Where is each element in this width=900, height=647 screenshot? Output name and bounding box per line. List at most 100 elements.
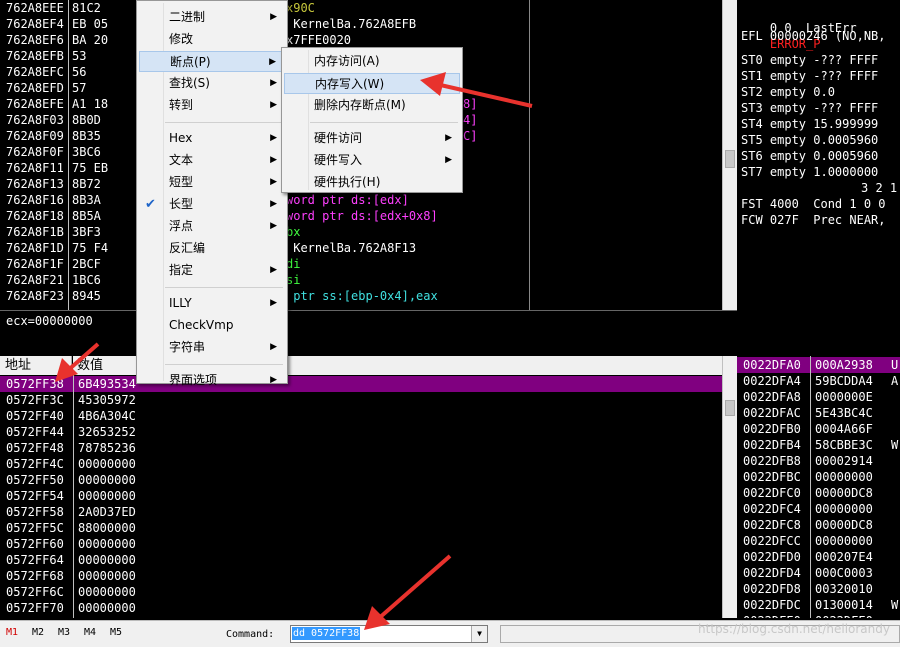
dump-row[interactable]: 0572FF68 00000000 xyxy=(0,568,722,584)
command-combobox[interactable]: dd 0572FF38 ▼ xyxy=(290,625,488,643)
disasm-row[interactable]: 762A8F23 8945 ptr ss:[ebp-0x4],eax xyxy=(0,288,722,304)
dump-row[interactable]: 0572FF44 32653252 xyxy=(0,424,722,440)
dump-row[interactable]: 0572FF60 00000000 xyxy=(0,536,722,552)
menu-item-item-1[interactable]: 修改 xyxy=(139,29,285,50)
stack-row[interactable]: 0022DFB8 00002914 xyxy=(737,453,900,469)
memory-tab-m3[interactable]: M3 xyxy=(58,627,70,638)
context-menu[interactable]: 二进制 ▶ 修改 断点(P) ▶ 查找(S) ▶ 转到 ▶ Hex ▶ 文本 ▶ 短型 ▶ 长型 ✔ ▶ 浮点 ▶ 反汇… xyxy=(136,0,288,387)
disasm-row[interactable]: 762A8EF4 EB 05 KernelBa.762A8EFB xyxy=(0,16,722,32)
disasm-address: 762A8EFD xyxy=(6,81,64,95)
disasm-code: word ptr ds:[edx] xyxy=(286,193,409,207)
stack-pane[interactable]: 0022DFA0 000A2938 U 0022DFA4 59BCDDA4 A 0022DF… xyxy=(737,356,900,618)
stack-row[interactable]: 0022DFA0 000A2938 U xyxy=(737,357,900,373)
stack-value: 00000DC8 xyxy=(815,486,873,500)
memory-tab-m4[interactable]: M4 xyxy=(84,627,96,638)
menu-item-label: 反汇编 xyxy=(169,241,206,255)
disassembly-scrollbar[interactable] xyxy=(722,0,737,310)
menu-item-item-9[interactable]: 长型 ✔ ▶ xyxy=(139,194,285,215)
menu-item-item-4[interactable]: 硬件访问 ▶ xyxy=(284,128,460,149)
stack-address: 0022DFAC xyxy=(743,406,801,420)
menu-item-s[interactable]: 查找(S) ▶ xyxy=(139,73,285,94)
stack-row[interactable]: 0022DFDC 01300014 W xyxy=(737,597,900,613)
menu-item-label: ILLY xyxy=(169,296,192,310)
menu-item-h[interactable]: 硬件执行(H) xyxy=(284,172,460,193)
menu-item-m[interactable]: 删除内存断点(M) xyxy=(284,95,460,116)
dump-value: 4B6A304C xyxy=(78,409,136,423)
stack-row[interactable]: 0022DFC4 00000000 xyxy=(737,501,900,517)
dump-row[interactable]: 0572FF64 00000000 xyxy=(0,552,722,568)
menu-item-illy[interactable]: ILLY ▶ xyxy=(139,293,285,314)
stack-row[interactable]: 0022DFA4 59BCDDA4 A xyxy=(737,373,900,389)
menu-item-item-4[interactable]: 转到 ▶ xyxy=(139,95,285,116)
menu-item-item-11[interactable]: 反汇编 xyxy=(139,238,285,259)
dump-row[interactable]: 0572FF3C 45305972 xyxy=(0,392,722,408)
dump-row[interactable]: 0572FF40 4B6A304C xyxy=(0,408,722,424)
disasm-code: di xyxy=(286,257,301,271)
stack-row[interactable]: 0022DFE0 0022DFE0 xyxy=(737,613,900,618)
menu-item-item-8[interactable]: 短型 ▶ xyxy=(139,172,285,193)
menu-item-checkvmp[interactable]: CheckVmp xyxy=(139,315,285,336)
disasm-row[interactable]: 762A8EEE 81C2 x90C xyxy=(0,0,722,16)
disasm-row[interactable]: 762A8F18 8B5A word ptr ds:[edx+0x8] xyxy=(0,208,722,224)
memory-tab-m1[interactable]: M1 xyxy=(6,627,18,638)
menu-item-item-5[interactable]: 硬件写入 ▶ xyxy=(284,150,460,171)
memory-tab-m5[interactable]: M5 xyxy=(110,627,122,638)
memory-dump-pane[interactable]: 地址 数值 0572FF38 6B493534 0572FF3C 45305972 05… xyxy=(0,356,722,618)
disasm-row[interactable]: 762A8F1F 2BCF di xyxy=(0,256,722,272)
registers-pane[interactable]: 0 0 LastErr ERROR_P EFL 00000246 (NO,NB,… xyxy=(737,0,900,310)
stack-value: 00000000 xyxy=(815,502,873,516)
stack-row[interactable]: 0022DFD0 000207E4 xyxy=(737,549,900,565)
stack-row[interactable]: 0022DFB0 0004A66F xyxy=(737,421,900,437)
command-input[interactable]: dd 0572FF38 xyxy=(292,627,361,640)
dump-address: 0572FF58 xyxy=(6,505,64,519)
disasm-code: x7FFE0020 xyxy=(286,33,352,47)
dump-scrollbar[interactable] xyxy=(722,356,737,618)
scrollbar-thumb[interactable] xyxy=(725,150,735,168)
stack-value: 5E43BC4C xyxy=(815,406,873,420)
menu-item-label: 二进制 xyxy=(169,10,206,24)
dump-row[interactable]: 0572FF54 00000000 xyxy=(0,488,722,504)
memory-tab-m2[interactable]: M2 xyxy=(32,627,44,638)
menu-item-hex[interactable]: Hex ▶ xyxy=(139,128,285,149)
stack-row[interactable]: 0022DFCC 00000000 xyxy=(737,533,900,549)
dump-row[interactable]: 0572FF48 78785236 xyxy=(0,440,722,456)
menu-item-item-12[interactable]: 指定 ▶ xyxy=(139,260,285,281)
dump-row[interactable]: 0572FF6C 00000000 xyxy=(0,584,722,600)
chevron-down-icon[interactable]: ▼ xyxy=(471,626,487,642)
stack-row[interactable]: 0022DFD4 000C0003 xyxy=(737,565,900,581)
stack-address: 0022DFE0 xyxy=(743,613,801,618)
dump-row[interactable]: 0572FF58 2A0D37ED xyxy=(0,504,722,520)
menu-item-item-10[interactable]: 浮点 ▶ xyxy=(139,216,285,237)
menu-item-item-16[interactable]: 字符串 ▶ xyxy=(139,337,285,358)
stack-row[interactable]: 0022DFA8 0000000E xyxy=(737,389,900,405)
stack-value: 000A2938 xyxy=(815,358,873,372)
dump-row[interactable]: 0572FF50 00000000 xyxy=(0,472,722,488)
menu-item-item-0[interactable]: 二进制 ▶ xyxy=(139,7,285,28)
menu-item-p[interactable]: 断点(P) ▶ xyxy=(139,51,285,72)
menu-item-w[interactable]: 内存写入(W) xyxy=(284,73,460,94)
dump-header-address[interactable]: 地址 xyxy=(0,356,72,375)
stack-row[interactable]: 0022DFD8 00320010 xyxy=(737,581,900,597)
dump-row[interactable]: 0572FF70 00000000 xyxy=(0,600,722,616)
scrollbar-thumb[interactable] xyxy=(725,400,735,416)
disasm-row[interactable]: 762A8F1B 3BF3 bx xyxy=(0,224,722,240)
disasm-row[interactable]: 762A8F21 1BC6 si xyxy=(0,272,722,288)
menu-item-label: 断点(P) xyxy=(170,55,211,69)
stack-row[interactable]: 0022DFC8 00000DC8 xyxy=(737,517,900,533)
stack-row[interactable]: 0022DFC0 00000DC8 xyxy=(737,485,900,501)
dump-row[interactable]: 0572FF4C 00000000 xyxy=(0,456,722,472)
stack-row[interactable]: 0022DFBC 00000000 xyxy=(737,469,900,485)
menu-item-item-18[interactable]: 界面选项 ▶ xyxy=(139,370,285,391)
menu-item-item-7[interactable]: 文本 ▶ xyxy=(139,150,285,171)
dump-row[interactable]: 0572FF38 6B493534 xyxy=(0,376,722,392)
dump-row[interactable]: 0572FF5C 88000000 xyxy=(0,520,722,536)
stack-row[interactable]: 0022DFAC 5E43BC4C xyxy=(737,405,900,421)
disasm-row[interactable]: 762A8EF6 BA 20 x7FFE0020 xyxy=(0,32,722,48)
disasm-row[interactable]: 762A8F16 8B3A word ptr ds:[edx] xyxy=(0,192,722,208)
fpu-register: ST3 empty -??? FFFF xyxy=(741,101,879,115)
stack-row[interactable]: 0022DFB4 58CBBE3C W xyxy=(737,437,900,453)
disasm-row[interactable]: 762A8F1D 75 F4 KernelBa.762A8F13 xyxy=(0,240,722,256)
dump-value: 00000000 xyxy=(78,601,136,615)
breakpoint-submenu[interactable]: 内存访问(A) 内存写入(W) 删除内存断点(M) 硬件访问 ▶ 硬件写入 ▶ 硬件执行(H) xyxy=(281,47,463,193)
menu-item-a[interactable]: 内存访问(A) xyxy=(284,51,460,72)
